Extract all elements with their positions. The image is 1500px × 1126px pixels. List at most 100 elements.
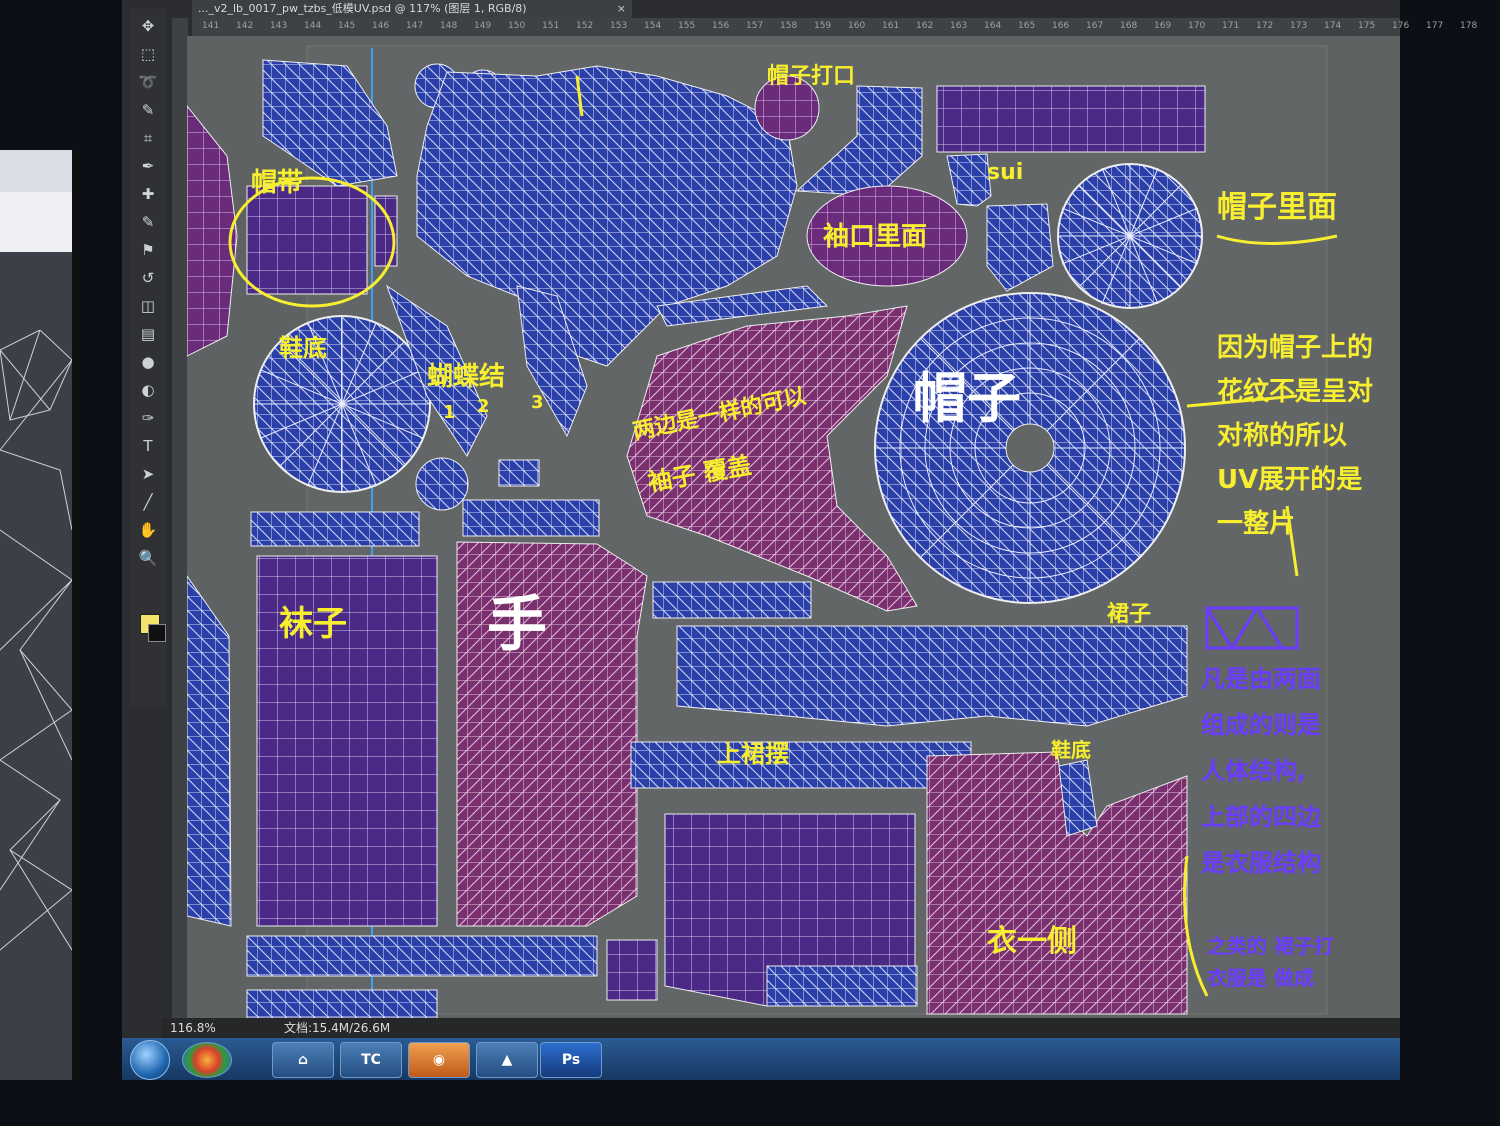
ruler-tick-label: 168 — [1120, 21, 1138, 31]
app-photoshop-button[interactable]: Ps — [540, 1042, 602, 1078]
annotation-cuff-inner: 袖口里面 — [823, 222, 928, 252]
vertical-ruler — [172, 18, 188, 1018]
annotation-circled-1: 1 — [443, 402, 456, 423]
ruler-tick-label: 145 — [338, 21, 356, 31]
ruler-tick-label: 161 — [882, 21, 900, 31]
annotation-hat-explain: 因为帽子上的 花纹不是呈对 对称的所以 UV展开的是 一整片 — [1217, 326, 1373, 546]
ruler-tick-label: 165 — [1018, 21, 1036, 31]
crop-icon[interactable]: ⌗ — [136, 128, 160, 148]
annotation-circled-2: 2 — [477, 396, 490, 417]
uv-shell-strip-left — [250, 511, 420, 547]
background-color-swatch[interactable] — [148, 624, 166, 642]
ruler-tick-label: 151 — [542, 21, 560, 31]
uv-shell-strip-small — [652, 581, 812, 619]
healing-icon[interactable]: ✚ — [136, 184, 160, 204]
pinwheel-app-icon[interactable] — [182, 1042, 232, 1078]
gradient-icon[interactable]: ▤ — [136, 324, 160, 344]
app-camera-button[interactable]: ◉ — [408, 1042, 470, 1078]
annotation-skirt: 裙子 — [1107, 602, 1152, 627]
uv-shell-left-lower — [187, 575, 232, 927]
uv-shell-strip-mid — [462, 499, 600, 537]
annotation-bottom-note: 之类的 裙子打 衣服是 做成 — [1207, 930, 1334, 994]
annotation-butterfly: 蝴蝶结 — [427, 362, 506, 392]
ruler-tick-label: 177 — [1426, 21, 1444, 31]
ruler-tick-label: 173 — [1290, 21, 1308, 31]
document-tab[interactable]: ..._v2_lb_0017_pw_tzbs_低模UV.psd @ 117% (… — [192, 0, 632, 18]
zoom-level[interactable]: 116.8% — [170, 1018, 216, 1038]
ruler-tick-label: 172 — [1256, 21, 1274, 31]
uv-shell-upper-skirt-hem — [630, 741, 972, 789]
pen-icon[interactable]: ✑ — [136, 408, 160, 428]
secondary-monitor — [0, 150, 78, 1080]
uv-shell-bow-knot — [415, 457, 469, 511]
document-tab-title: ..._v2_lb_0017_pw_tzbs_低模UV.psd @ 117% (… — [198, 2, 527, 15]
start-button[interactable] — [130, 1040, 170, 1080]
status-bar: 116.8% 文档:15.4M/26.6M — [162, 1018, 1400, 1038]
uv-shell-box-bottom — [606, 939, 658, 1001]
ruler-tick-label: 174 — [1324, 21, 1342, 31]
uv-shell-hat-inner-spokes — [1058, 164, 1202, 308]
line-icon[interactable]: ╱ — [136, 492, 160, 512]
stamp-icon[interactable]: ⚑ — [136, 240, 160, 260]
ruler-tick-label: 141 — [202, 21, 220, 31]
annotation-purple-note-line-3: 人体结构, — [1201, 757, 1307, 785]
app-3dsmax-button[interactable]: ⌂ — [272, 1042, 334, 1078]
uv-shell-skirt — [676, 625, 1188, 727]
app-maya-button[interactable]: ▲ — [476, 1042, 538, 1078]
ruler-tick-label: 159 — [814, 21, 832, 31]
ruler-tick-label: 155 — [678, 21, 696, 31]
ruler-tick-label: 178 — [1460, 21, 1478, 31]
ruler-tick-label: 170 — [1188, 21, 1206, 31]
ruler-tick-label: 158 — [780, 21, 798, 31]
side-wireframe-viewport — [0, 330, 72, 951]
annotation-sock-sole: 鞋底 — [279, 334, 327, 362]
annotation-purple-note-line-2: 组成的则是 — [1201, 711, 1321, 739]
ruler-tick-label: 152 — [576, 21, 594, 31]
ruler-tick-label: 169 — [1154, 21, 1172, 31]
annotation-hat-surface: 帽子里面 — [1217, 190, 1337, 225]
photoshop-window: ..._v2_lb_0017_pw_tzbs_低模UV.psd @ 117% (… — [122, 0, 1477, 1080]
annotation-hand: 手 — [487, 590, 547, 660]
brush-icon[interactable]: ✎ — [136, 212, 160, 232]
ruler-tick-label: 167 — [1086, 21, 1104, 31]
annotation-hat-explain-line-2: 花纹不是呈对 — [1217, 377, 1374, 407]
annotation-hat-strings: 帽带 — [251, 168, 304, 198]
close-icon[interactable]: × — [617, 0, 626, 18]
zoom-icon[interactable]: 🔍 — [136, 548, 160, 568]
ruler-tick-label: 149 — [474, 21, 492, 31]
type-icon[interactable]: T — [136, 436, 160, 456]
ruler-tick-label: 171 — [1222, 21, 1240, 31]
path-select-icon[interactable]: ➤ — [136, 464, 160, 484]
ruler-tick-label: 176 — [1392, 21, 1410, 31]
ruler-tick-label: 160 — [848, 21, 866, 31]
lasso-icon[interactable]: ➰ — [136, 72, 160, 92]
uv-shell-hand — [456, 541, 648, 927]
eraser-icon[interactable]: ◫ — [136, 296, 160, 316]
annotation-shoe-sole: 鞋底 — [1051, 738, 1091, 762]
annotation-sui: sui — [987, 160, 1024, 185]
ruler-tick-label: 154 — [644, 21, 662, 31]
annotation-purple-note-line-5: 是衣服结构 — [1201, 849, 1321, 877]
ruler-tick-label: 150 — [508, 21, 526, 31]
app-tc-button[interactable]: TC — [340, 1042, 402, 1078]
history-brush-icon[interactable]: ↺ — [136, 268, 160, 288]
ruler-tick-label: 163 — [950, 21, 968, 31]
move-icon[interactable]: ✥ — [136, 16, 160, 36]
uv-canvas[interactable]: 帽带 帽子打口 sui 袖口里面 帽子里面 鞋底 蝴蝶结 1 2 3 两边是一样… — [187, 36, 1400, 1020]
ruler-tick-label: 147 — [406, 21, 424, 31]
ruler-tick-label: 166 — [1052, 21, 1070, 31]
ruler-tick-label: 142 — [236, 21, 254, 31]
windows-taskbar: ⌂ TC ◉ ▲ Ps — [122, 1038, 1400, 1080]
marquee-icon[interactable]: ⬚ — [136, 44, 160, 64]
ruler-tick-label: 143 — [270, 21, 288, 31]
annotation-purple-note-line-4: 上部的四边 — [1201, 803, 1321, 831]
quick-select-icon[interactable]: ✎ — [136, 100, 160, 120]
eyedropper-icon[interactable]: ✒ — [136, 156, 160, 176]
annotation-clothes-side: 衣一侧 — [987, 924, 1077, 959]
tools-panel: ✥ ⬚ ➰ ✎ ⌗ ✒ ✚ ✎ ⚑ ↺ ◫ ▤ ● ◐ ✑ T ➤ ╱ ✋ 🔍 — [130, 8, 166, 708]
blur-icon[interactable]: ● — [136, 352, 160, 372]
hand-icon[interactable]: ✋ — [136, 520, 160, 540]
dodge-icon[interactable]: ◐ — [136, 380, 160, 400]
uv-shell-left-edge — [187, 105, 238, 357]
horizontal-ruler: 141 142 143 144 145 146 147 148 149 150 151 152 153 1… — [192, 18, 1477, 36]
